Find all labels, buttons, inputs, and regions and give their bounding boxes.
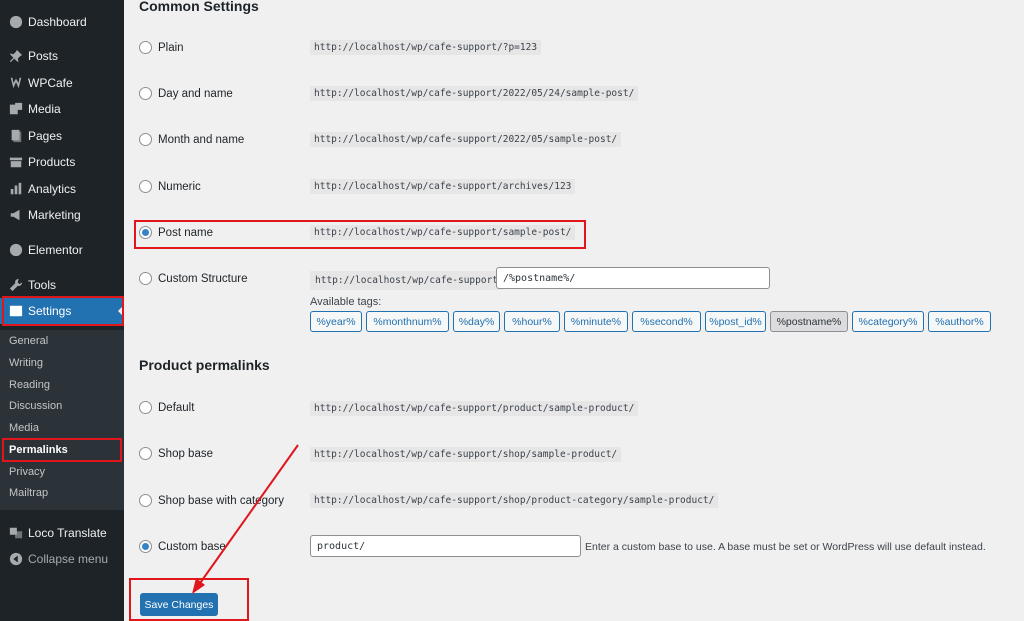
annotation-permalinks-highlight xyxy=(2,438,122,462)
sidebar-item-label: Elementor xyxy=(28,243,83,257)
collapse-icon xyxy=(8,551,24,567)
sidebar-item-label: Analytics xyxy=(28,182,77,196)
sidebar-item-tools[interactable]: Tools xyxy=(0,272,124,298)
sidebar-item-analytics[interactable]: Analytics xyxy=(0,176,124,202)
sidebar-item-label: WPCafe xyxy=(28,76,73,90)
radio-plain[interactable]: Plain xyxy=(139,41,184,54)
tag-postname-button[interactable]: %postname% xyxy=(770,311,848,332)
sidebar-item-collapse-menu[interactable]: Collapse menu xyxy=(0,546,124,572)
custom-structure-input[interactable]: /%postname%/ xyxy=(496,267,770,289)
elementor-icon xyxy=(8,242,24,258)
tag-author-button[interactable]: %author% xyxy=(928,311,991,332)
sidebar-item-dashboard[interactable]: Dashboard xyxy=(0,9,124,35)
radio-button[interactable] xyxy=(139,133,152,146)
custom-base-description: Enter a custom base to use. A base must … xyxy=(585,541,986,553)
tag-post-id-button[interactable]: %post_id% xyxy=(705,311,766,332)
radio-numeric[interactable]: Numeric xyxy=(139,180,201,193)
radio-custom-structure[interactable]: Custom Structure xyxy=(139,272,247,285)
dashboard-icon xyxy=(8,14,24,30)
sidebar-item-media[interactable]: Media xyxy=(0,96,124,122)
product-permalinks-title: Product permalinks xyxy=(139,357,270,373)
radio-button[interactable] xyxy=(139,87,152,100)
available-tags-label: Available tags: xyxy=(310,296,382,308)
shop-base-example-url: http://localhost/wp/cafe-support/shop/sa… xyxy=(310,447,622,462)
month-and-name-example-url: http://localhost/wp/cafe-support/2022/05… xyxy=(310,132,622,147)
sidebar-item-label: Marketing xyxy=(28,208,81,222)
radio-button[interactable] xyxy=(139,41,152,54)
sidebar-item-products[interactable]: Products xyxy=(0,149,124,175)
tag-second-button[interactable]: %second% xyxy=(632,311,701,332)
submenu-general[interactable]: General xyxy=(9,335,48,347)
submenu-reading[interactable]: Reading xyxy=(9,379,50,391)
sidebar-item-elementor[interactable]: Elementor xyxy=(0,237,124,263)
custom-base-input[interactable]: product/ xyxy=(310,535,581,557)
radio-button[interactable] xyxy=(139,180,152,193)
sidebar-item-posts[interactable]: Posts xyxy=(0,43,124,69)
submenu-media[interactable]: Media xyxy=(9,422,39,434)
annotation-post-name-highlight xyxy=(134,220,586,249)
radio-shop-base[interactable]: Shop base xyxy=(139,447,213,460)
cafe-icon xyxy=(8,75,24,91)
admin-sidebar: Dashboard Posts WPCafe Media Pages Produ… xyxy=(0,0,124,621)
day-and-name-example-url: http://localhost/wp/cafe-support/2022/05… xyxy=(310,86,639,101)
radio-default[interactable]: Default xyxy=(139,401,194,414)
radio-button[interactable] xyxy=(139,272,152,285)
submenu-privacy[interactable]: Privacy xyxy=(9,466,45,478)
sidebar-item-loco-translate[interactable]: Loco Translate xyxy=(0,520,124,546)
submenu-discussion[interactable]: Discussion xyxy=(9,400,62,412)
sidebar-item-pages[interactable]: Pages xyxy=(0,123,124,149)
wrench-icon xyxy=(8,277,24,293)
sidebar-item-wpcafe[interactable]: WPCafe xyxy=(0,70,124,96)
sidebar-item-label: Tools xyxy=(28,278,57,292)
numeric-example-url: http://localhost/wp/cafe-support/archive… xyxy=(310,179,576,194)
tag-day-button[interactable]: %day% xyxy=(453,311,500,332)
tag-category-button[interactable]: %category% xyxy=(852,311,924,332)
permalink-settings-main: Common Settings Plain http://localhost/w… xyxy=(124,0,1024,621)
analytics-icon xyxy=(8,181,24,197)
radio-shop-base-with-category[interactable]: Shop base with category xyxy=(139,494,284,507)
plain-example-url: http://localhost/wp/cafe-support/?p=123 xyxy=(310,40,542,55)
annotation-settings-highlight xyxy=(2,296,124,326)
pin-icon xyxy=(8,48,24,64)
sidebar-item-label: Loco Translate xyxy=(28,526,107,540)
tag-minute-button[interactable]: %minute% xyxy=(564,311,628,332)
sidebar-item-label: Dashboard xyxy=(28,15,87,29)
default-example-url: http://localhost/wp/cafe-support/product… xyxy=(310,401,639,416)
radio-button[interactable] xyxy=(139,494,152,507)
custom-structure-prefix: http://localhost/wp/cafe-support xyxy=(310,271,504,290)
radio-month-and-name[interactable]: Month and name xyxy=(139,133,244,146)
tag-hour-button[interactable]: %hour% xyxy=(504,311,560,332)
submenu-writing[interactable]: Writing xyxy=(9,357,43,369)
sidebar-item-label: Products xyxy=(28,155,76,169)
pages-icon xyxy=(8,128,24,144)
submenu-mailtrap[interactable]: Mailtrap xyxy=(9,487,48,499)
radio-button[interactable] xyxy=(139,401,152,414)
radio-button-checked[interactable] xyxy=(139,540,152,553)
tag-year-button[interactable]: %year% xyxy=(310,311,362,332)
save-changes-button[interactable]: Save Changes xyxy=(140,593,218,616)
products-icon xyxy=(8,154,24,170)
sidebar-item-label: Pages xyxy=(28,129,63,143)
media-icon xyxy=(8,101,24,117)
translate-icon xyxy=(8,525,24,541)
sidebar-item-label: Media xyxy=(28,102,61,116)
sidebar-item-label: Posts xyxy=(28,49,59,63)
sidebar-item-marketing[interactable]: Marketing xyxy=(0,202,124,228)
radio-custom-base[interactable]: Custom base xyxy=(139,540,226,553)
sidebar-item-label: Collapse menu xyxy=(28,552,109,566)
common-settings-title: Common Settings xyxy=(139,0,259,14)
tag-monthnum-button[interactable]: %monthnum% xyxy=(366,311,449,332)
megaphone-icon xyxy=(8,207,24,223)
shop-base-with-category-example-url: http://localhost/wp/cafe-support/shop/pr… xyxy=(310,493,719,508)
radio-button[interactable] xyxy=(139,447,152,460)
settings-submenu: General Writing Reading Discussion Media… xyxy=(0,330,124,510)
radio-day-and-name[interactable]: Day and name xyxy=(139,87,233,100)
